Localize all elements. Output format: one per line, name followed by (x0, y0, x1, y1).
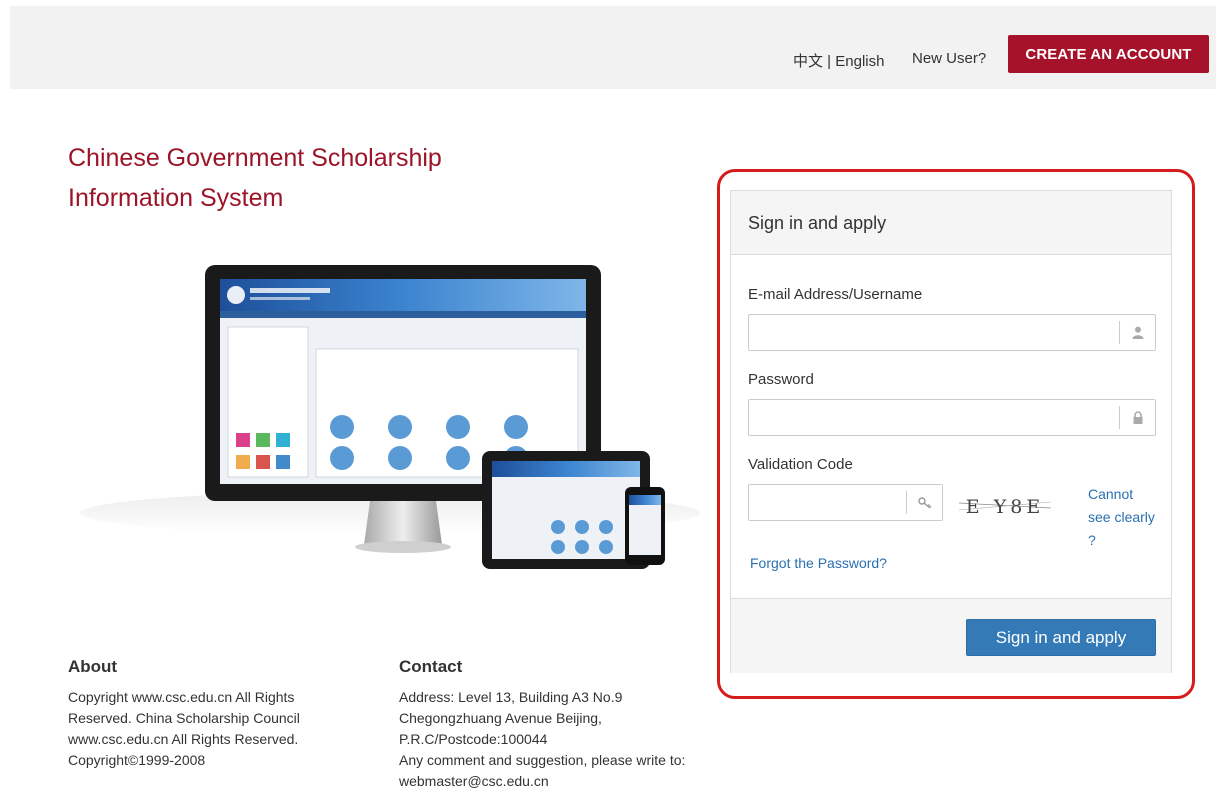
password-input[interactable] (749, 400, 1125, 435)
language-switch: 中文 | English (793, 50, 884, 71)
new-user-label: New User? (912, 50, 987, 67)
key-icon (906, 491, 942, 514)
captcha-image[interactable]: E Y8E (959, 493, 1051, 519)
site-title: Chinese Government Scholarship Informati… (68, 138, 568, 218)
contact-title: Contact (399, 657, 463, 676)
about-section: About Copyright www.csc.edu.cn All Right… (68, 655, 328, 771)
email-input-group (748, 314, 1156, 351)
devices-illustration (80, 265, 700, 569)
email-input[interactable] (749, 315, 1125, 350)
contact-section: Contact Address: Level 13, Building A3 N… (399, 655, 699, 792)
lang-separator: | (823, 53, 836, 70)
cannot-see-clearly-link[interactable]: Cannot see clearly ? (1088, 483, 1158, 552)
lock-icon (1119, 406, 1155, 429)
create-account-button[interactable]: CREATE AN ACCOUNT (1008, 35, 1209, 73)
login-panel-heading: Sign in and apply (731, 191, 1171, 255)
contact-address: Address: Level 13, Building A3 No.9 Cheg… (399, 689, 623, 747)
password-label: Password (748, 371, 814, 388)
about-title: About (68, 657, 118, 676)
site-title-line1: Chinese Government Scholarship (68, 144, 442, 172)
contact-suggestion: Any comment and suggestion, please write… (399, 752, 686, 789)
login-panel-footer: Sign in and apply (731, 598, 1171, 673)
user-icon (1119, 321, 1155, 344)
email-label: E-mail Address/Username (748, 286, 923, 303)
top-bar: 中文 | English New User? CREATE AN ACCOUNT (10, 6, 1216, 89)
sign-in-button[interactable]: Sign in and apply (966, 619, 1156, 656)
forgot-password-link[interactable]: Forgot the Password? (750, 555, 887, 571)
lang-chinese-link[interactable]: 中文 (793, 53, 823, 70)
validation-code-input[interactable] (749, 485, 920, 520)
validation-code-input-group (748, 484, 943, 521)
lang-english-link[interactable]: English (835, 53, 884, 70)
password-input-group (748, 399, 1156, 436)
site-title-line2: Information System (68, 184, 284, 212)
login-panel: Sign in and apply E-mail Address/Usernam… (730, 190, 1172, 673)
about-text: Copyright www.csc.edu.cn All Rights Rese… (68, 689, 300, 768)
validation-code-label: Validation Code (748, 456, 853, 473)
captcha-text: E Y8E (966, 496, 1044, 518)
